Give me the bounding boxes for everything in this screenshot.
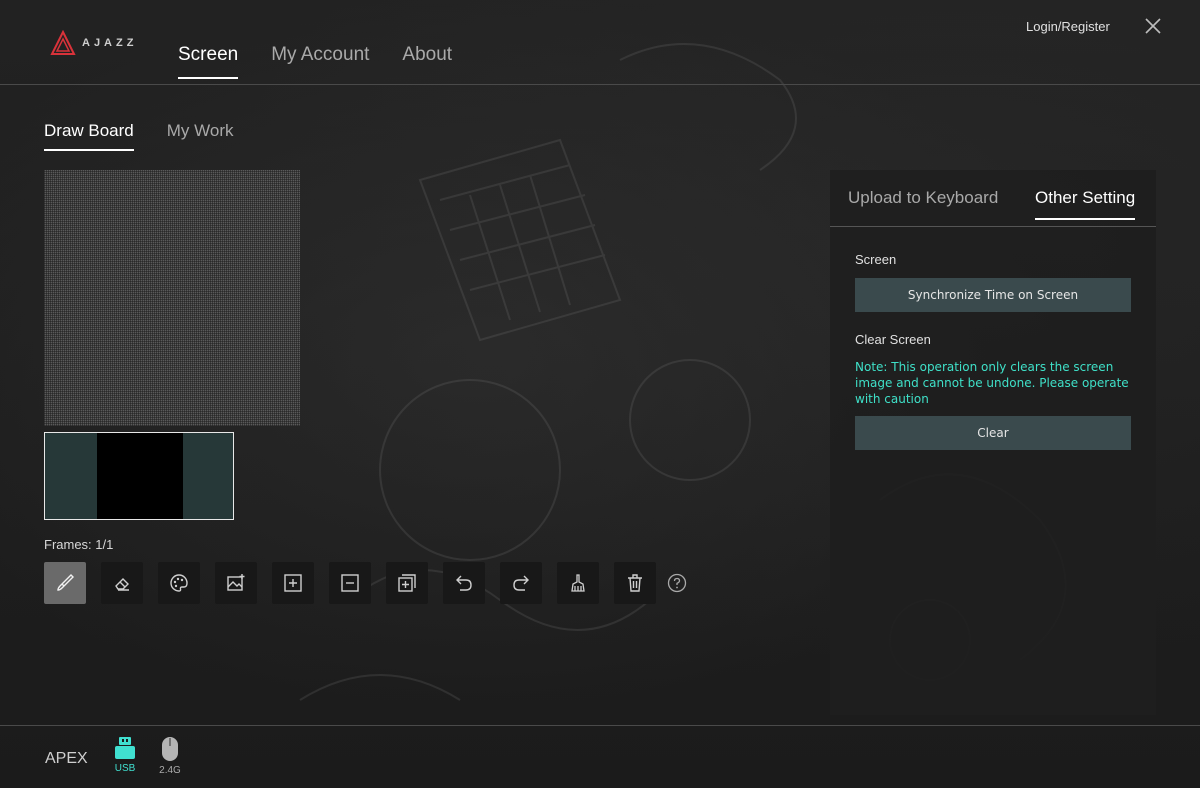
usb-connection[interactable]: USB — [113, 736, 137, 774]
sub-tabs: Draw Board My Work — [44, 121, 234, 151]
nav-my-account[interactable]: My Account — [271, 44, 369, 79]
wireless-connection[interactable]: 2.4G — [158, 736, 182, 776]
draw-toolbar — [44, 562, 687, 604]
frames-counter: Frames: 1/1 — [44, 537, 114, 552]
frame-preview — [97, 433, 183, 519]
brush-icon — [57, 574, 74, 591]
screen-section-label: Screen — [855, 252, 897, 267]
ajazz-logo-icon — [50, 30, 76, 55]
nav-screen[interactable]: Screen — [178, 44, 239, 79]
eraser-tool-button[interactable] — [101, 562, 143, 604]
copy-frame-button[interactable] — [386, 562, 428, 604]
tab-other-setting[interactable]: Other Setting — [1035, 188, 1136, 220]
device-footer: APEX USB 2.4G — [0, 725, 1200, 788]
add-frame-icon — [284, 574, 302, 592]
clear-canvas-button[interactable] — [557, 562, 599, 604]
remove-frame-icon — [341, 574, 359, 592]
caution-note: Note: This operation only clears the scr… — [855, 360, 1129, 406]
delete-button[interactable] — [614, 562, 656, 604]
eraser-icon — [115, 578, 129, 591]
login-register-link[interactable]: Login/Register — [1026, 19, 1110, 34]
help-icon[interactable] — [667, 573, 687, 593]
remove-frame-button[interactable] — [329, 562, 371, 604]
app-header: AJAZZ Screen My Account About Login/Regi… — [0, 0, 1200, 85]
brand-name: AJAZZ — [82, 37, 138, 49]
clear-screen-label: Clear Screen — [855, 332, 931, 347]
panel-tabs: Upload to Keyboard Other Setting — [830, 170, 1156, 227]
palette-icon — [170, 574, 188, 592]
sync-time-button[interactable]: Synchronize Time on Screen — [855, 278, 1131, 312]
tab-my-work[interactable]: My Work — [167, 121, 234, 151]
brush-tool-button[interactable] — [44, 562, 86, 604]
pixel-draw-canvas[interactable] — [44, 170, 300, 426]
clear-button[interactable]: Clear — [855, 416, 1131, 450]
mouse-icon — [162, 737, 178, 761]
palette-tool-button[interactable] — [158, 562, 200, 604]
add-frame-button[interactable] — [272, 562, 314, 604]
redo-icon — [513, 575, 529, 591]
trash-icon — [628, 574, 642, 592]
broom-icon — [571, 574, 585, 592]
copy-frame-icon — [398, 574, 416, 592]
tab-draw-board[interactable]: Draw Board — [44, 121, 134, 151]
close-icon[interactable] — [1143, 16, 1163, 36]
frame-thumbnail[interactable] — [44, 432, 234, 520]
main-nav: Screen My Account About — [178, 44, 452, 79]
tab-upload-to-keyboard[interactable]: Upload to Keyboard — [848, 188, 998, 218]
usb-icon — [115, 737, 135, 759]
undo-icon — [456, 575, 472, 591]
image-icon — [227, 574, 245, 591]
nav-about[interactable]: About — [402, 44, 452, 79]
undo-button[interactable] — [443, 562, 485, 604]
usb-label: USB — [114, 763, 136, 774]
redo-button[interactable] — [500, 562, 542, 604]
brand-logo: AJAZZ — [50, 30, 137, 56]
wireless-label: 2.4G — [159, 765, 181, 776]
settings-panel: Upload to Keyboard Other Setting Screen … — [830, 170, 1156, 715]
device-name: APEX — [45, 750, 88, 767]
image-tool-button[interactable] — [215, 562, 257, 604]
